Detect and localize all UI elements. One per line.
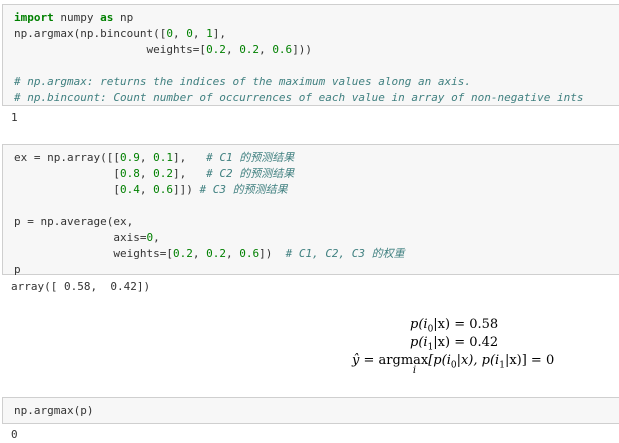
code-token: ], <box>172 167 207 180</box>
code-number: 0.2 <box>153 167 173 180</box>
math-term: |x) = <box>433 335 470 350</box>
code-number: 0 <box>166 27 173 40</box>
code-editor-3[interactable]: np.argmax(p) <box>14 403 93 419</box>
code-comment: # C1 的预测结果 <box>206 151 295 164</box>
code-number: 0.2 <box>206 247 226 260</box>
code-token: , <box>259 43 273 56</box>
code-cell-2-input[interactable]: ex = np.array([[0.9, 0.1], # C1 的预测结果 [0… <box>2 144 619 278</box>
code-token: ex = np.array([[ <box>14 151 120 164</box>
code-token: , <box>139 167 154 180</box>
math-term: p(i <box>410 317 428 332</box>
code-cell-1-input[interactable]: import numpy as np np.argmax(np.bincount(… <box>2 4 619 106</box>
math-term: [p(i <box>428 353 451 368</box>
code-number: 0.2 <box>172 247 193 260</box>
code-line: np.argmax(p) <box>14 403 93 419</box>
math-term: p(i <box>410 335 428 350</box>
math-under: i <box>412 365 417 376</box>
code-token: [ <box>14 183 120 196</box>
math-term: = arg <box>359 353 401 368</box>
code-token: , <box>192 247 207 260</box>
code-line: [0.8, 0.2], # C2 的预测结果 <box>14 166 405 182</box>
code-line: # np.argmax: returns the indices of the … <box>14 74 584 90</box>
cell-1-output: 1 <box>11 111 18 124</box>
code-line: weights=[0.2, 0.2, 0.6]) # C1, C2, C3 的权… <box>14 246 405 262</box>
code-number: 0.4 <box>119 183 140 196</box>
math-term: |x) = <box>433 317 470 332</box>
code-comment: # C1, C2, C3 的权重 <box>285 247 405 260</box>
code-token: , <box>225 247 240 260</box>
code-token: [ <box>14 167 120 180</box>
cell-2-output: array([ 0.58, 0.42]) <box>11 280 151 293</box>
code-line: [0.4, 0.6]]) # C3 的预测结果 <box>14 182 405 198</box>
code-token: , <box>225 43 240 56</box>
math-term: |x)] = <box>504 353 546 368</box>
code-comment: # C2 的预测结果 <box>206 167 295 180</box>
cell-3-output: 0 <box>11 428 18 441</box>
code-number: 0.1 <box>153 151 173 164</box>
code-number: 0.6 <box>239 247 260 260</box>
code-line: axis=0, <box>14 230 405 246</box>
code-number: 0.2 <box>239 43 260 56</box>
code-number: 0.8 <box>119 167 140 180</box>
code-line: # np.bincount: Count number of occurrenc… <box>14 90 584 106</box>
code-token: weights=[ <box>14 247 173 260</box>
math-line-2: p(i1|x) = 0.42 <box>410 335 498 353</box>
code-token: ]) <box>259 247 286 260</box>
code-token: , <box>153 231 160 244</box>
code-token: , <box>139 151 154 164</box>
code-comment: # np.argmax: returns the indices of the … <box>14 75 471 88</box>
math-value: 0 <box>545 353 555 368</box>
code-token: p = np.average(ex, <box>14 215 134 228</box>
code-keyword: as <box>100 11 114 24</box>
code-token: numpy <box>53 11 101 24</box>
code-line: np.argmax(np.bincount([0, 0, 1], <box>14 26 584 42</box>
code-editor-1[interactable]: import numpy as np np.argmax(np.bincount(… <box>14 10 584 106</box>
code-number: 0.6 <box>272 43 293 56</box>
math-term: |x), p(i <box>456 353 500 368</box>
code-number: 0 <box>186 27 193 40</box>
code-comment: # np.bincount: Count number of occurrenc… <box>14 91 584 104</box>
code-keyword: import <box>14 11 54 24</box>
code-comment: # C3 的预测结果 <box>199 183 288 196</box>
code-line: weights=[0.2, 0.2, 0.6])) <box>14 42 584 58</box>
code-number: 0.6 <box>153 183 173 196</box>
code-number: 0.9 <box>119 151 140 164</box>
code-token: ])) <box>292 43 313 56</box>
code-token: ], <box>172 151 207 164</box>
code-line: p = np.average(ex, <box>14 214 405 230</box>
math-value: 0.58 <box>469 317 499 332</box>
code-cell-3-input[interactable]: np.argmax(p) <box>2 397 619 424</box>
code-token: axis= <box>14 231 147 244</box>
code-number: 0.2 <box>206 43 226 56</box>
code-token: np.argmax(p) <box>14 404 94 417</box>
code-line: ex = np.array([[0.9, 0.1], # C1 的预测结果 <box>14 150 405 166</box>
math-value: 0.42 <box>469 335 499 350</box>
code-token: , <box>139 183 154 196</box>
code-token: p <box>14 263 21 276</box>
math-line-3: ŷ = argmax i [p(i0|x), p(i1|x)] = 0 <box>352 353 555 376</box>
code-token: , <box>192 27 207 40</box>
code-token: ]]) <box>172 183 200 196</box>
math-line-1: p(i0|x) = 0.58 <box>410 317 498 335</box>
code-editor-2[interactable]: ex = np.array([[0.9, 0.1], # C1 的预测结果 [0… <box>14 150 405 278</box>
code-token: , <box>172 27 187 40</box>
code-line: import numpy as np <box>14 10 584 26</box>
code-line: p <box>14 262 405 278</box>
code-token: np <box>113 11 134 24</box>
code-token: np.argmax(np.bincount([ <box>14 27 167 40</box>
code-token: ], <box>212 27 226 40</box>
code-token: weights=[ <box>14 43 207 56</box>
code-number: 1 <box>206 27 213 40</box>
math-argmax: max i <box>401 353 428 376</box>
